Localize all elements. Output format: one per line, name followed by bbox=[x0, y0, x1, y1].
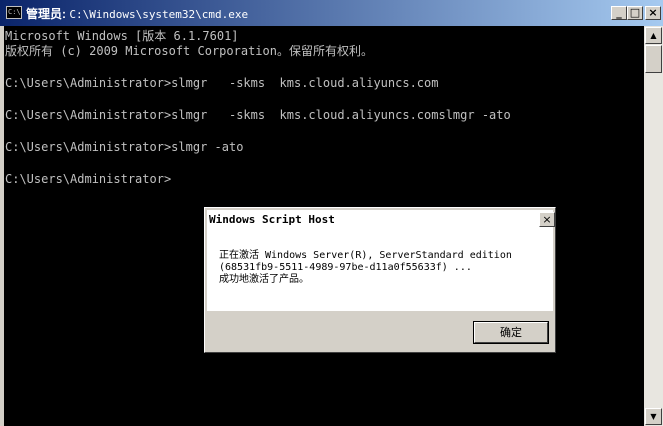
minimize-button[interactable]: _ bbox=[611, 6, 627, 20]
console-line: C:\Users\Administrator>slmgr -skms kms.c… bbox=[5, 108, 511, 122]
scroll-thumb[interactable] bbox=[645, 45, 662, 73]
arrow-up-icon: ▲ bbox=[650, 31, 657, 40]
arrow-down-icon: ▼ bbox=[650, 412, 657, 421]
console-line: 版权所有 (c) 2009 Microsoft Corporation。保留所有… bbox=[5, 44, 373, 58]
console-prompt: C:\Users\Administrator> bbox=[5, 172, 172, 186]
vertical-scrollbar[interactable]: ▲ ▼ bbox=[644, 26, 663, 426]
close-icon: × bbox=[542, 213, 552, 226]
console-line: Microsoft Windows [版本 6.1.7601] bbox=[5, 29, 239, 43]
dialog-close-button[interactable]: × bbox=[539, 212, 555, 227]
cmd-app-icon[interactable]: C:\ bbox=[6, 6, 22, 19]
ok-button[interactable]: 确定 bbox=[473, 321, 549, 344]
dialog-message-line: 正在激活 Windows Server(R), ServerStandard e… bbox=[219, 250, 512, 261]
dialog-title-bar[interactable]: Windows Script Host × bbox=[207, 210, 555, 229]
close-button[interactable]: × bbox=[645, 6, 661, 20]
maximize-button[interactable]: □ bbox=[627, 6, 643, 20]
maximize-icon: □ bbox=[629, 6, 641, 19]
scroll-down-button[interactable]: ▼ bbox=[645, 408, 662, 425]
minimize-icon: _ bbox=[616, 6, 622, 19]
console-line: C:\Users\Administrator>slmgr -ato bbox=[5, 140, 244, 154]
dialog-title: Windows Script Host bbox=[209, 213, 335, 226]
dialog-message-line: (68531fb9-5511-4989-97be-d11a0f55633f) .… bbox=[219, 262, 472, 273]
dialog-message-line: 成功地激活了产品。 bbox=[219, 274, 309, 285]
title-prefix: 管理员: bbox=[26, 7, 70, 21]
close-icon: × bbox=[648, 6, 658, 19]
title-path: C:\Windows\system32\cmd.exe bbox=[69, 8, 249, 21]
dialog-message-area: 正在激活 Windows Server(R), ServerStandard e… bbox=[207, 229, 553, 311]
scroll-up-button[interactable]: ▲ bbox=[645, 27, 662, 44]
title-bar[interactable]: C:\ 管理员: C:\Windows\system32\cmd.exe _ □… bbox=[0, 0, 663, 26]
script-host-dialog: Windows Script Host × 正在激活 Windows Serve… bbox=[204, 207, 556, 353]
cmd-window: C:\ 管理员: C:\Windows\system32\cmd.exe _ □… bbox=[0, 0, 663, 426]
window-title: 管理员: C:\Windows\system32\cmd.exe bbox=[26, 5, 248, 22]
console-line: C:\Users\Administrator>slmgr -skms kms.c… bbox=[5, 76, 439, 90]
